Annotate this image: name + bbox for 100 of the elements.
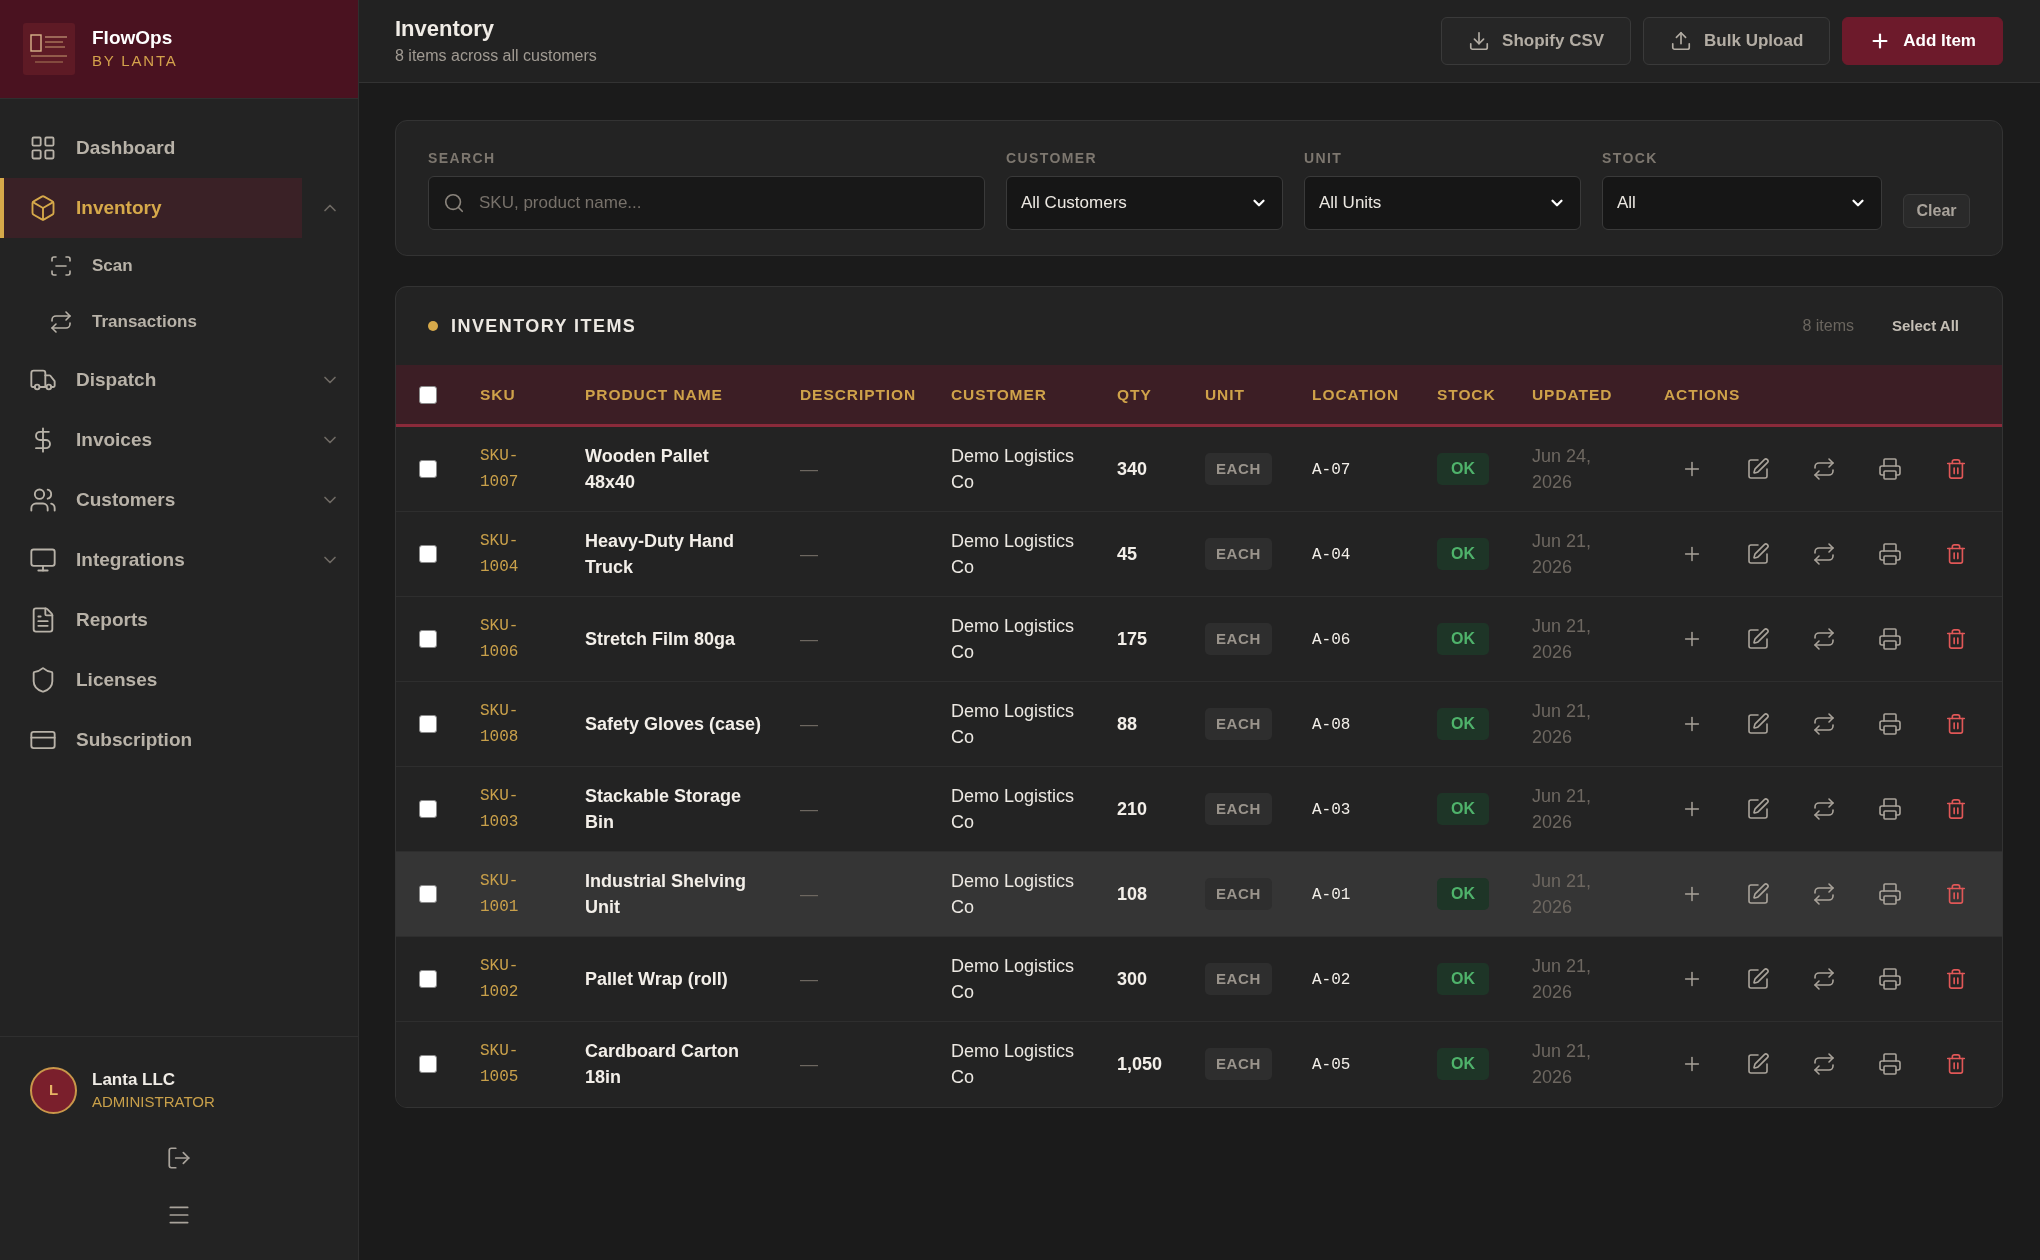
nav-item[interactable]: Dashboard <box>0 118 302 178</box>
repeat-icon[interactable] <box>1812 542 1836 566</box>
product-name: Pallet Wrap (roll) <box>585 968 729 991</box>
unit-badge: EACH <box>1205 963 1272 995</box>
stock-badge: OK <box>1437 708 1489 740</box>
printer-icon[interactable] <box>1878 967 1902 991</box>
repeat-icon[interactable] <box>1812 797 1836 821</box>
product-name: Cardboard Carton 18in <box>585 1040 740 1089</box>
trash-icon[interactable] <box>1945 713 1967 735</box>
trash-icon[interactable] <box>1945 543 1967 565</box>
edit-icon[interactable] <box>1746 542 1770 566</box>
trash-icon[interactable] <box>1945 798 1967 820</box>
filter-select[interactable]: All Units <box>1304 176 1581 230</box>
row-checkbox[interactable] <box>419 970 437 988</box>
edit-icon[interactable] <box>1746 797 1770 821</box>
repeat-icon <box>49 310 73 334</box>
action-button[interactable]: Shopify CSV <box>1441 17 1632 65</box>
trash-icon[interactable] <box>1945 968 1967 990</box>
nav-item[interactable]: Reports <box>0 590 302 650</box>
location-code: A-05 <box>1312 1055 1351 1074</box>
page-title: Inventory <box>395 16 496 42</box>
box-icon <box>29 194 57 222</box>
updated-date: Jun 21, 2026 <box>1532 1040 1593 1089</box>
stock-badge: OK <box>1437 538 1489 570</box>
sku-text: SKU-1003 <box>480 786 520 833</box>
printer-icon[interactable] <box>1878 457 1902 481</box>
clear-button[interactable]: Clear <box>1903 194 1970 228</box>
filter-select[interactable]: All Customers <box>1006 176 1283 230</box>
location-code: A-01 <box>1312 885 1351 904</box>
filter-select[interactable]: All <box>1602 176 1882 230</box>
product-name: Heavy-Duty Hand Truck <box>585 530 736 579</box>
stock-badge: OK <box>1437 963 1489 995</box>
trash-icon[interactable] <box>1945 883 1967 905</box>
printer-icon[interactable] <box>1878 1052 1902 1076</box>
edit-icon[interactable] <box>1746 967 1770 991</box>
edit-icon[interactable] <box>1746 627 1770 651</box>
row-checkbox[interactable] <box>419 545 437 563</box>
nav-item[interactable]: Customers <box>0 470 302 530</box>
updated-date: Jun 21, 2026 <box>1532 785 1593 834</box>
sku-text: SKU-1004 <box>480 531 520 578</box>
column-header: STOCK <box>1437 385 1496 403</box>
qty-value: 210 <box>1117 798 1148 819</box>
repeat-icon[interactable] <box>1812 967 1836 991</box>
row-checkbox[interactable] <box>419 715 437 733</box>
stock-badge: OK <box>1437 793 1489 825</box>
trash-icon[interactable] <box>1945 458 1967 480</box>
nav-subitem[interactable]: Scan <box>0 238 302 294</box>
column-header: SKU <box>480 385 516 403</box>
updated-date: Jun 21, 2026 <box>1532 530 1593 579</box>
row-checkbox[interactable] <box>419 885 437 903</box>
customer-name: Demo Logistics Co <box>951 445 1076 494</box>
filter-label: STOCK <box>1602 149 1659 167</box>
row-checkbox[interactable] <box>419 460 437 478</box>
trash-icon[interactable] <box>1945 1053 1967 1075</box>
edit-icon[interactable] <box>1746 1052 1770 1076</box>
printer-icon[interactable] <box>1878 882 1902 906</box>
nav-item[interactable]: Subscription <box>0 710 302 770</box>
edit-icon[interactable] <box>1746 457 1770 481</box>
nav-item[interactable]: Invoices <box>0 410 302 470</box>
logo-image <box>23 23 75 75</box>
column-header: UPDATED <box>1532 385 1613 403</box>
row-checkbox[interactable] <box>419 630 437 648</box>
nav-subitem[interactable]: Transactions <box>0 294 302 350</box>
edit-icon[interactable] <box>1746 882 1770 906</box>
printer-icon[interactable] <box>1878 627 1902 651</box>
repeat-icon[interactable] <box>1812 712 1836 736</box>
location-code: A-06 <box>1312 630 1351 649</box>
unit-badge: EACH <box>1205 1048 1272 1080</box>
action-button[interactable]: Add Item <box>1842 17 2003 65</box>
printer-icon[interactable] <box>1878 712 1902 736</box>
repeat-icon[interactable] <box>1812 882 1836 906</box>
qty-value: 175 <box>1117 628 1148 649</box>
logout-icon[interactable] <box>166 1145 192 1171</box>
brand-tagline: BY LANTA <box>92 51 178 71</box>
updated-date: Jun 21, 2026 <box>1532 615 1593 664</box>
row-checkbox[interactable] <box>419 800 437 818</box>
action-button[interactable]: Bulk Upload <box>1643 17 1831 65</box>
customer-name: Demo Logistics Co <box>951 955 1076 1004</box>
nav-item[interactable]: Inventory <box>0 178 302 238</box>
printer-icon[interactable] <box>1878 542 1902 566</box>
repeat-icon[interactable] <box>1812 627 1836 651</box>
edit-icon[interactable] <box>1746 712 1770 736</box>
sku-text: SKU-1002 <box>480 956 520 1003</box>
unit-badge: EACH <box>1205 623 1272 655</box>
repeat-icon[interactable] <box>1812 457 1836 481</box>
printer-icon[interactable] <box>1878 797 1902 821</box>
select-all-link[interactable]: Select All <box>1892 314 1959 338</box>
select-all-checkbox[interactable] <box>419 385 437 404</box>
repeat-icon[interactable] <box>1812 1052 1836 1076</box>
trash-icon[interactable] <box>1945 628 1967 650</box>
nav-item[interactable]: Integrations <box>0 530 302 590</box>
row-checkbox[interactable] <box>419 1055 437 1073</box>
column-header: UNIT <box>1205 385 1245 403</box>
nav-item[interactable]: Licenses <box>0 650 302 710</box>
customer-name: Demo Logistics Co <box>951 615 1076 664</box>
search-field[interactable]: SKU, product name... <box>428 176 985 230</box>
qty-value: 108 <box>1117 883 1148 904</box>
nav-item[interactable]: Dispatch <box>0 350 302 410</box>
download-icon <box>1468 30 1491 52</box>
column-header: LOCATION <box>1312 385 1400 403</box>
